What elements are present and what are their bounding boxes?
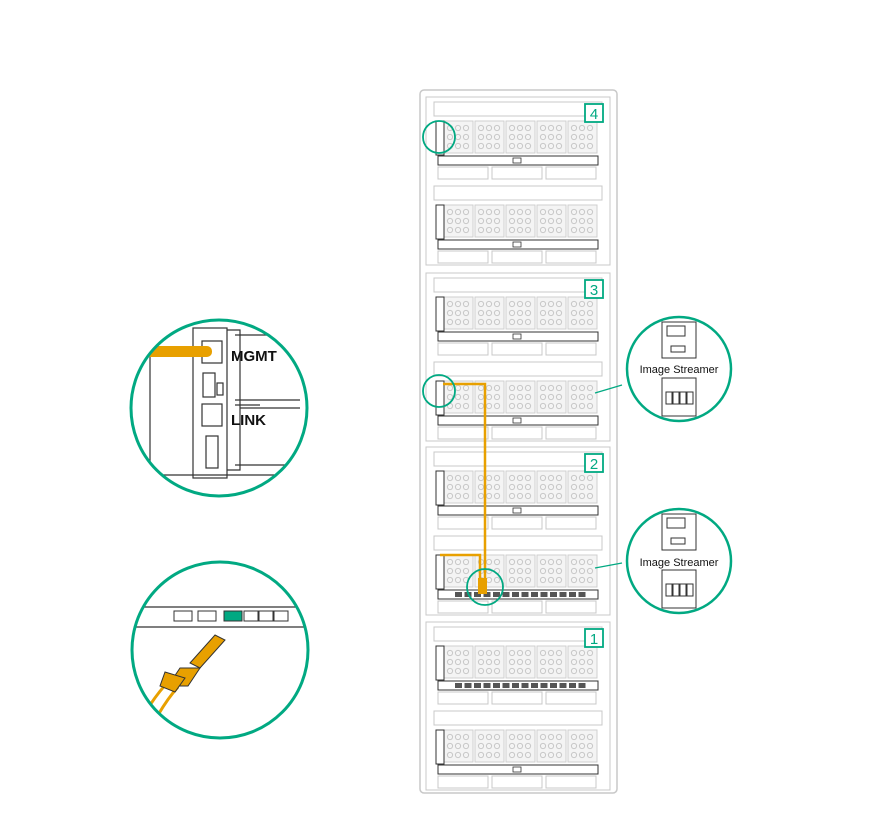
mgmt-link-callout: MGMT LINK [129,318,309,498]
frame-number: 3 [590,282,598,299]
rack-cabling-diagram: MGMT LINK Image Streamer Image Streamer … [129,89,733,794]
link-label: LINK [231,412,266,429]
frame-number-badge: 2 [584,453,604,473]
mgmt-cable [131,346,212,357]
frame-number-badge: 3 [584,279,604,299]
transceiver-callout [130,560,310,740]
image-streamer-callout-bottom: Image Streamer [625,507,733,615]
cable-connector [478,578,487,594]
image-streamer-callout-top: Image Streamer [625,315,733,423]
frame-number-badge: 4 [584,103,604,123]
frame-number: 2 [590,456,598,473]
image-streamer-label-top: Image Streamer [640,364,719,376]
frame-number: 1 [590,631,598,648]
image-streamer-label-bottom: Image Streamer [640,557,719,569]
frame-number-badge: 1 [584,628,604,648]
frame-number: 4 [590,106,598,123]
mgmt-label: MGMT [231,348,277,365]
